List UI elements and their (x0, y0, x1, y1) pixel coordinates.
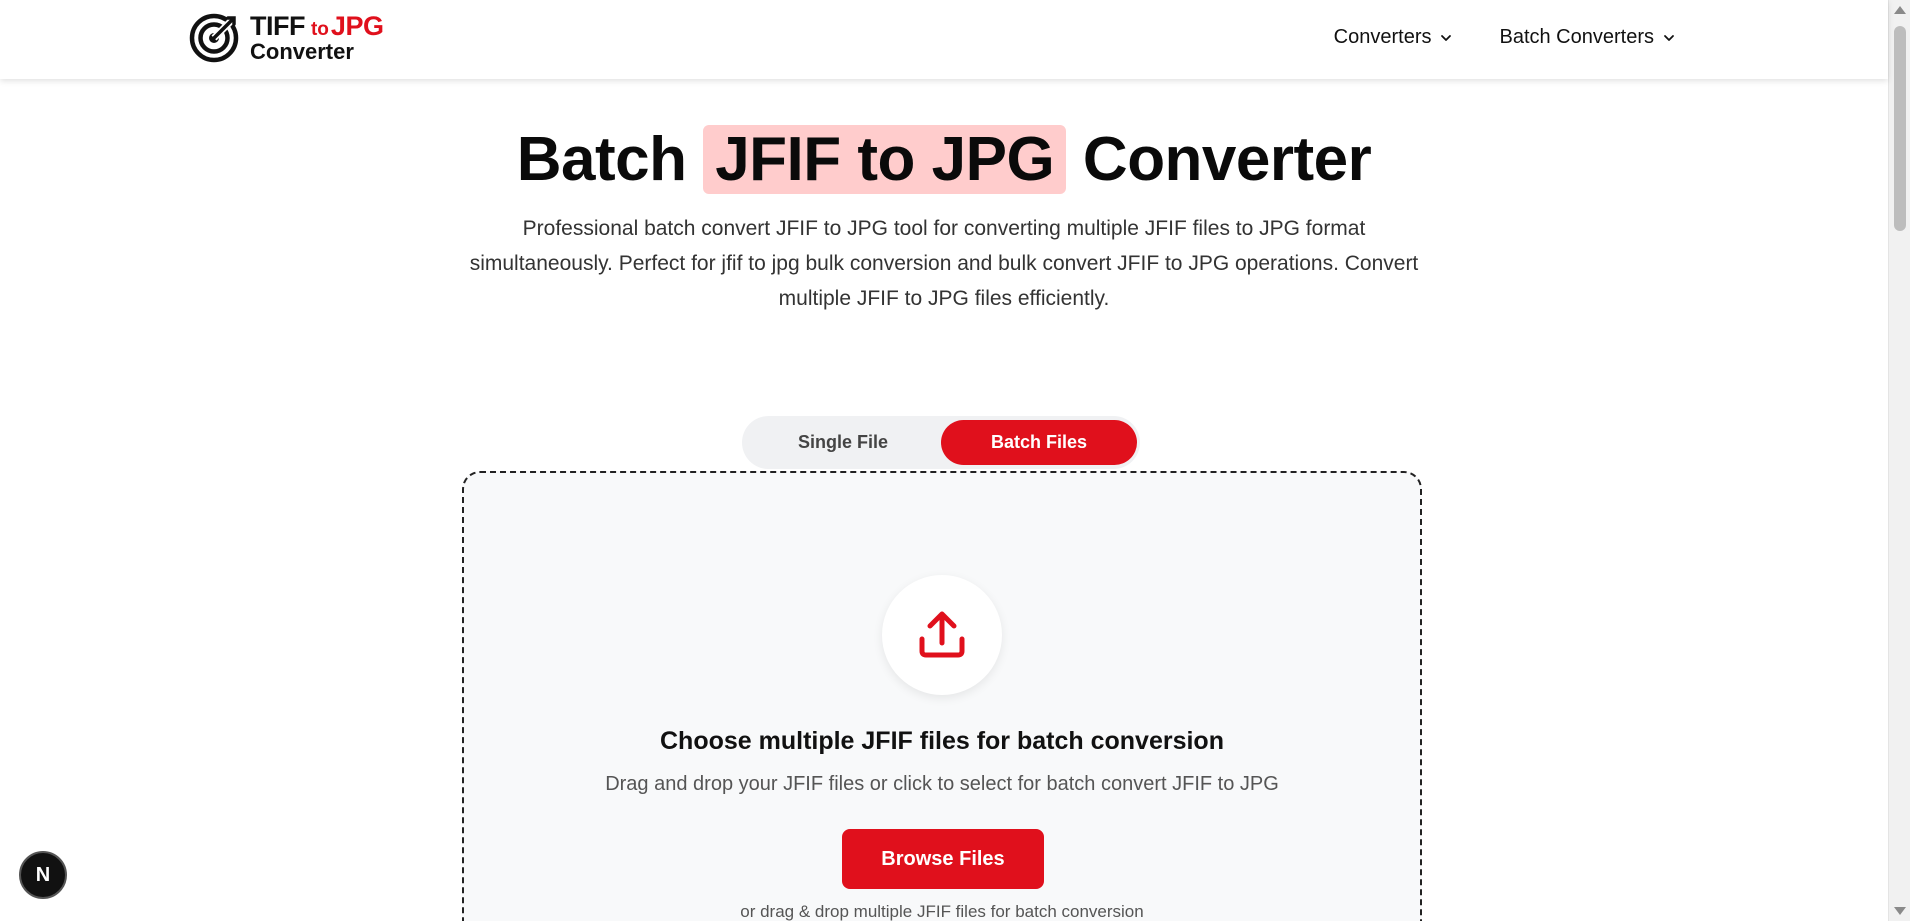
scrollbar-thumb[interactable] (1894, 26, 1906, 231)
page-description: Professional batch convert JFIF to JPG t… (469, 217, 1419, 310)
logo-word-tiff: TIFF (250, 11, 305, 41)
site-header: TIFF to JPG Converter Converters Batch C… (0, 0, 1888, 79)
logo-word-jpg: JPG (330, 11, 384, 41)
badge-letter: N (35, 863, 51, 886)
logo-text: TIFF to JPG Converter (250, 11, 384, 64)
dropzone-title: Choose multiple JFIF files for batch con… (660, 727, 1224, 755)
tab-batch-files[interactable]: Batch Files (941, 420, 1137, 465)
scroll-up-arrow-icon[interactable] (1894, 6, 1906, 14)
target-logo-icon (189, 13, 239, 63)
floating-n-badge[interactable]: N (19, 851, 67, 899)
upload-icon-container (882, 575, 1002, 695)
nav-batch-converters-dropdown[interactable]: Batch Converters (1499, 26, 1676, 49)
mode-toggle: Single File Batch Files (742, 416, 1140, 469)
browse-files-button[interactable]: Browse Files (842, 829, 1044, 889)
file-dropzone[interactable]: Choose multiple JFIF files for batch con… (462, 471, 1422, 921)
site-logo[interactable]: TIFF to JPG Converter (188, 11, 384, 64)
upload-icon (919, 611, 965, 658)
title-highlight: JFIF to JPG (703, 125, 1067, 194)
tab-single-file[interactable]: Single File (745, 420, 941, 465)
page-scrollbar[interactable] (1888, 0, 1910, 921)
logo-word-converter: Converter (250, 39, 354, 64)
dropzone-hint: or drag & drop multiple JFIF files for b… (740, 902, 1144, 921)
scroll-down-arrow-icon[interactable] (1894, 907, 1906, 915)
nav-converters-label: Converters (1333, 26, 1432, 48)
title-prefix: Batch (516, 125, 704, 194)
dropzone-subtitle: Drag and drop your JFIF files or click t… (605, 773, 1279, 795)
page-title: Batch JFIF to JPG Converter (0, 118, 1888, 202)
title-suffix: Converter (1066, 125, 1372, 194)
logo-word-to: to (310, 19, 329, 40)
chevron-down-icon (1441, 34, 1452, 41)
nav-batch-converters-label: Batch Converters (1499, 26, 1654, 48)
chevron-down-icon (1664, 34, 1674, 41)
nav-converters-dropdown[interactable]: Converters (1334, 26, 1454, 49)
main-nav: Converters Batch Converters (1334, 26, 1676, 49)
